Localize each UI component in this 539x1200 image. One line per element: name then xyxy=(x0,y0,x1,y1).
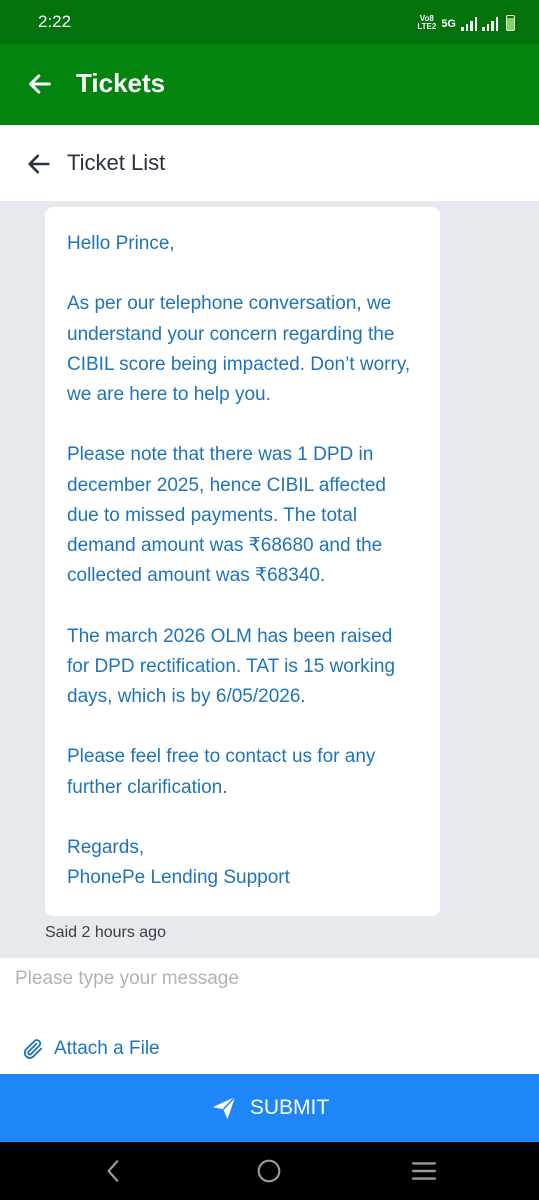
app-bar: Tickets xyxy=(0,44,539,125)
battery-fill xyxy=(507,18,514,30)
submit-label: SUBMIT xyxy=(249,1096,330,1119)
arrow-left-icon[interactable] xyxy=(25,150,53,178)
ticket-list-title: Ticket List xyxy=(67,150,166,175)
attach-file-button[interactable]: Attach a File xyxy=(22,1038,160,1060)
signal-icon-2 xyxy=(482,17,498,31)
submit-button[interactable]: SUBMIT xyxy=(0,1074,539,1142)
send-icon xyxy=(212,1096,236,1120)
status-icons: Vo8 LTE2 5G xyxy=(417,11,515,31)
status-bar: 2:22 Vo8 LTE2 5G xyxy=(0,0,539,44)
message-paragraph: Please note that there was 1 DPD in dece… xyxy=(67,444,386,587)
battery-icon xyxy=(506,15,515,31)
message-signature: Regards, PhonePe Lending Support xyxy=(67,836,290,889)
nav-home-icon[interactable] xyxy=(256,1158,282,1184)
network-type: 5G xyxy=(441,18,456,30)
nav-recents-icon[interactable] xyxy=(411,1158,437,1184)
signal-icon xyxy=(461,17,477,31)
message-input[interactable] xyxy=(15,964,525,994)
message-card: Hello Prince, As per our telephone conve… xyxy=(45,207,440,916)
network-label-bottom: LTE2 xyxy=(417,22,437,31)
nav-back-icon[interactable] xyxy=(101,1158,127,1184)
composer: Attach a File xyxy=(0,958,539,1074)
message-paragraph: As per our telephone conversation, we un… xyxy=(67,293,411,405)
system-nav-bar xyxy=(0,1142,539,1200)
message-timestamp: Said 2 hours ago xyxy=(45,924,166,941)
ticket-list-header: Ticket List xyxy=(0,125,539,201)
network-label: Vo8 LTE2 xyxy=(417,15,436,31)
page-title: Tickets xyxy=(76,68,166,98)
arrow-left-icon[interactable] xyxy=(26,70,54,98)
paperclip-icon xyxy=(23,1039,43,1059)
message-paragraph: The march 2026 OLM has been raised for D… xyxy=(67,625,396,707)
attach-file-label: Attach a File xyxy=(54,1038,160,1059)
message-paragraph: Hello Prince, xyxy=(67,233,175,254)
status-time: 2:22 xyxy=(38,12,72,31)
message-paragraph: Please feel free to contact us for any f… xyxy=(67,746,376,798)
